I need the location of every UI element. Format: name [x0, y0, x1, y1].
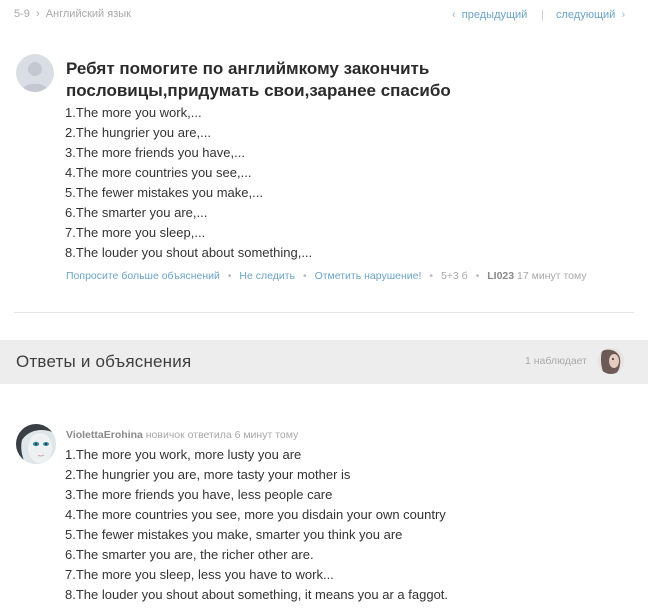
question-line: 3.The more friends you have,... — [65, 145, 245, 160]
question-user[interactable]: LI023 — [487, 270, 514, 282]
answer-header: VioIettaErohina новичок ответила 6 минут… — [66, 429, 298, 441]
question-line: 1.The more you work,... — [65, 105, 202, 120]
answer-line: 2.The hungrier you are, more tasty your … — [65, 467, 351, 482]
chevron-right-icon: › — [621, 9, 626, 21]
answer-line: 4.The more countries you see, more you d… — [65, 507, 446, 522]
watchers-count: 1 наблюдает — [525, 355, 587, 367]
meta-dot: • — [302, 270, 307, 282]
answer-body: 1.The more you work, more lusty you are … — [65, 445, 448, 605]
ask-more-link[interactable]: Попросите больше объяснений — [66, 270, 220, 282]
answer-line: 8.The louder you shout about something, … — [65, 587, 449, 602]
answer-line: 7.The more you sleep, less you have to w… — [65, 567, 334, 582]
breadcrumb-grade[interactable]: 5-9 — [14, 8, 30, 20]
divider — [14, 312, 634, 313]
question-body: 1.The more you work,... 2.The hungrier y… — [65, 103, 312, 263]
answer-author[interactable]: VioIettaErohina — [66, 429, 143, 441]
unfollow-link[interactable]: Не следить — [239, 270, 295, 282]
breadcrumb: 5-9 › Английский язык — [14, 8, 131, 20]
report-link[interactable]: Отметить нарушение! — [315, 270, 422, 282]
question-line: 2.The hungrier you are,... — [65, 125, 211, 140]
question-line: 7.The more you sleep,... — [65, 225, 206, 240]
chevron-left-icon: ‹ — [452, 9, 456, 21]
question-time: 17 минут тому — [517, 270, 587, 282]
default-user-icon — [21, 62, 49, 92]
answer-author-avatar[interactable] — [16, 424, 56, 464]
meta-dot: • — [475, 270, 480, 282]
answer-line: 6.The smarter you are, the richer other … — [65, 547, 314, 562]
answers-header: Ответы и объяснения 1 наблюдает — [0, 340, 648, 384]
answer-line: 5.The fewer mistakes you make, smarter y… — [65, 527, 403, 542]
answer-author-photo-icon — [16, 424, 56, 464]
next-question-link[interactable]: следующий › — [556, 9, 625, 21]
breadcrumb-separator: › — [35, 8, 40, 20]
answer-header-rest: новичок ответила 6 минут тому — [145, 429, 299, 441]
answers-title: Ответы и объяснения — [16, 352, 192, 371]
watcher-avatar[interactable] — [598, 348, 624, 374]
top-bar: 5-9 › Английский язык ‹ предыдущий | сле… — [0, 0, 648, 32]
question-title: Ребят помогите по английмкому закончить … — [66, 59, 451, 100]
question-line: 8.The louder you shout about something,.… — [65, 245, 313, 260]
question-meta: Попросите больше объяснений • Не следить… — [66, 270, 587, 282]
question-points: 5+3 б — [440, 270, 468, 282]
breadcrumb-subject[interactable]: Английский язык — [46, 8, 131, 20]
answer-line: 3.The more friends you have, less people… — [65, 487, 333, 502]
question-line: 5.The fewer mistakes you make,... — [65, 185, 263, 200]
next-label: следующий — [556, 9, 616, 21]
meta-dot: • — [227, 270, 232, 282]
question-line: 6.The smarter you are,... — [65, 205, 208, 220]
meta-dot: • — [429, 270, 434, 282]
nav-separator: | — [541, 9, 544, 21]
question-author-avatar[interactable] — [16, 54, 54, 92]
prev-question-link[interactable]: ‹ предыдущий — [452, 9, 527, 21]
prev-label: предыдущий — [461, 9, 528, 21]
watcher-photo-icon — [598, 348, 624, 374]
question-line: 4.The more countries you see,... — [65, 165, 252, 180]
answer-line: 1.The more you work, more lusty you are — [65, 447, 302, 462]
